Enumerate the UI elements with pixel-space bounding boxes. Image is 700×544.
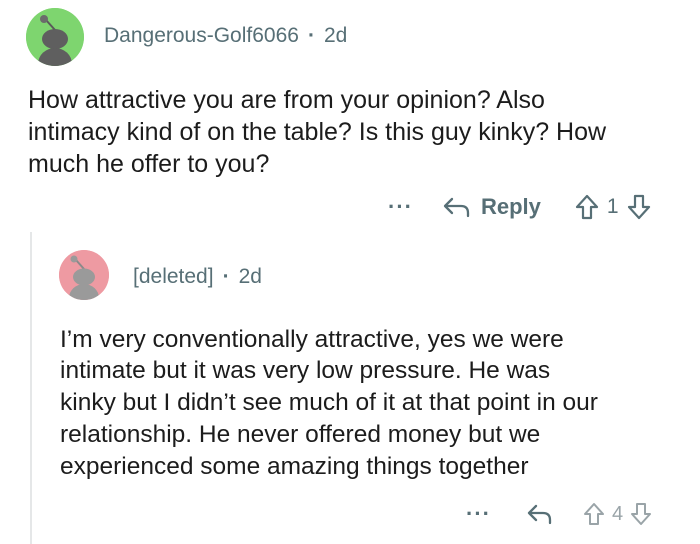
parent-action-bar: ··· Reply 1: [388, 192, 651, 222]
downvote-arrow-icon[interactable]: [630, 502, 652, 526]
upvote-arrow-icon[interactable]: [583, 502, 605, 526]
more-options-button[interactable]: ···: [466, 503, 491, 525]
reply-body-line-2: intimate but it was very low pressure. H…: [60, 357, 551, 384]
more-options-button[interactable]: ···: [388, 196, 413, 218]
reply-body-line-3: kinky but I didn’t see much of it at tha…: [60, 389, 598, 416]
reply-username[interactable]: [deleted]: [133, 265, 214, 289]
snoo-avatar-icon: [26, 8, 84, 66]
reply-age: 2d: [238, 265, 262, 288]
reply-arrow-icon: [443, 196, 471, 218]
reply-body-line-4: relationship. He never offered money but…: [60, 421, 541, 448]
snoo-avatar-icon: [59, 250, 109, 300]
reply-button[interactable]: Reply: [443, 194, 541, 220]
meta-separator: ·: [307, 24, 315, 47]
thread-line[interactable]: [30, 232, 32, 544]
vote-score: 4: [611, 502, 624, 525]
reply-avatar[interactable]: [59, 250, 109, 300]
reply-body-line-1: I’m very conventionally attractive, yes …: [60, 326, 564, 353]
parent-age: 2d: [323, 24, 348, 47]
upvote-arrow-icon[interactable]: [575, 194, 599, 220]
parent-username[interactable]: Dangerous-Golf6066: [104, 24, 299, 48]
reply-meta: [deleted] · 2d: [133, 265, 262, 289]
parent-body-line-2: intimacy kind of on the table? Is this g…: [28, 118, 607, 146]
vote-score: 1: [606, 195, 619, 218]
reply-body-line-5: experienced some amazing things together: [60, 453, 529, 480]
reply-label: Reply: [480, 194, 541, 219]
meta-separator: ·: [222, 265, 230, 288]
parent-meta: Dangerous-Golf6066 · 2d: [104, 24, 347, 48]
reply-action-bar: ··· 4: [466, 500, 652, 528]
parent-avatar[interactable]: [26, 8, 84, 66]
parent-body-line-1: How attractive you are from your opinion…: [28, 86, 545, 114]
reply-arrow-icon[interactable]: [527, 503, 553, 525]
downvote-arrow-icon[interactable]: [627, 194, 651, 220]
parent-body-line-3: much he offer to you?: [28, 150, 270, 178]
